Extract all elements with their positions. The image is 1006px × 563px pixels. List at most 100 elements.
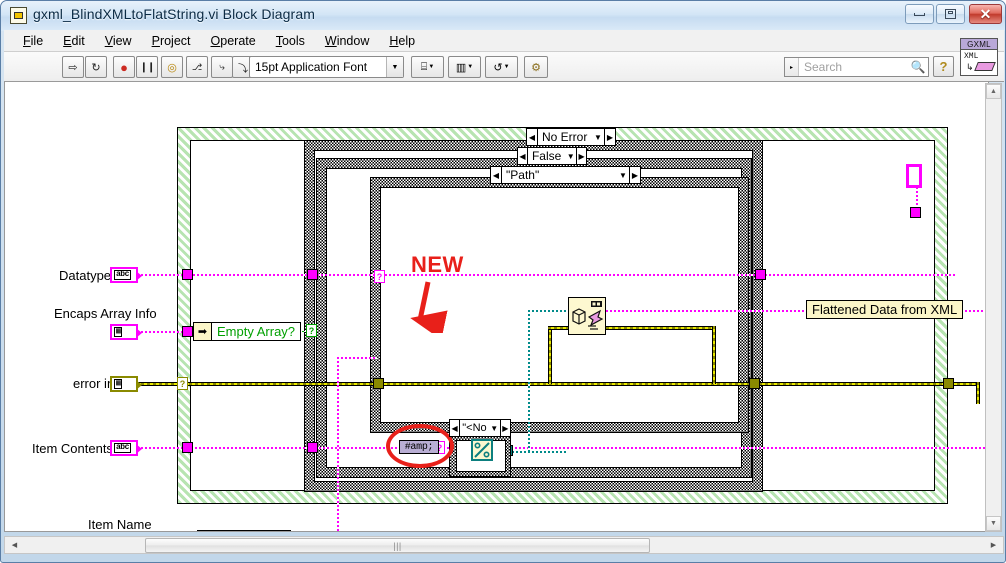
label-box-empty-array[interactable]: ➡ Empty Array?: [193, 322, 302, 341]
tunnel-string-case-out[interactable]: [755, 269, 766, 280]
case-selector-label: "Path": [506, 168, 540, 182]
case-selector-no-inner[interactable]: ◀ "<No ▼ ▶: [449, 419, 511, 437]
case-next-arrow-icon[interactable]: ▶: [629, 167, 640, 183]
block-diagram-canvas[interactable]: ◀ No Error ▼ ▶ ◀ False ▼ ▶ ◀ "Path" ▼ ▶: [4, 82, 989, 532]
case-prev-arrow-icon[interactable]: ◀: [527, 129, 538, 145]
tunnel-item-contents-loop[interactable]: [182, 442, 193, 453]
arrow-right-icon: ➡: [198, 531, 216, 532]
case-next-arrow-icon[interactable]: ▶: [499, 420, 510, 436]
help-button[interactable]: ?: [933, 56, 954, 77]
vi-icon-pane[interactable]: GXML XML ↳: [960, 38, 998, 76]
triangle-right-icon: ▶: [990, 542, 997, 549]
reorder-icon: ⚙: [531, 61, 541, 74]
vertical-scrollbar-thumb[interactable]: [987, 224, 1000, 284]
menu-tools[interactable]: Tools: [266, 32, 315, 50]
wire-error-right-vert: [976, 382, 980, 404]
step-into-button[interactable]: ⤷: [211, 56, 233, 78]
maximize-button[interactable]: [936, 4, 965, 24]
highlight-execution-button[interactable]: ◎: [161, 56, 183, 78]
tunnel-error-loop[interactable]: ?: [177, 377, 188, 390]
search-input[interactable]: Search: [799, 60, 908, 74]
tunnel-encaps-loop[interactable]: [182, 326, 193, 337]
cube-arrow-icon: [572, 301, 604, 330]
case-prev-arrow-icon[interactable]: ◀: [491, 167, 502, 183]
scroll-left-button[interactable]: ◀: [7, 538, 22, 552]
search-icon[interactable]: 🔍: [908, 60, 928, 74]
menu-project[interactable]: Project: [142, 32, 201, 50]
menu-edit[interactable]: Edit: [53, 32, 95, 50]
error-cluster-glyph: ▦: [114, 379, 123, 389]
horizontal-scrollbar[interactable]: ◀ ▶ |||: [4, 536, 1004, 554]
label-box-text: Item Name: [216, 531, 290, 532]
resize-objects-button[interactable]: ↺ ▼: [485, 56, 518, 78]
run-continuous-icon: ↻: [91, 61, 101, 74]
case-next-arrow-icon[interactable]: ▶: [576, 148, 586, 164]
search-replace-string-subvi[interactable]: [471, 439, 493, 461]
search-scope-arrow-icon[interactable]: ▸: [785, 58, 799, 76]
scrollbar-grip-icon: |||: [393, 540, 402, 551]
label-item-contents: Item Contents: [32, 441, 113, 456]
case-prev-arrow-icon[interactable]: ◀: [518, 148, 528, 164]
scroll-up-button[interactable]: ▲: [986, 84, 1001, 99]
font-selector[interactable]: 15pt Application Font ▼: [249, 56, 404, 78]
terminal-encaps-array-info[interactable]: ▦: [110, 324, 142, 340]
menu-view[interactable]: View: [95, 32, 142, 50]
menu-file[interactable]: File: [13, 32, 53, 50]
tunnel-error-loop-out[interactable]: [943, 378, 954, 389]
label-box-item-name[interactable]: ➡ Item Name: [197, 530, 291, 532]
retain-wire-values-button[interactable]: ⎇: [186, 56, 208, 78]
tunnel-datatype-case[interactable]: [307, 269, 318, 280]
chevron-down-icon[interactable]: ▼: [565, 152, 576, 161]
run-continuously-button[interactable]: ↻: [85, 56, 107, 78]
case-selector-no-error[interactable]: ◀ No Error ▼ ▶: [526, 128, 616, 146]
string-datatype-glyph: abc: [114, 443, 131, 453]
abort-button[interactable]: ●: [113, 56, 135, 78]
pause-button[interactable]: ❙❙: [136, 56, 158, 78]
case-selector-path[interactable]: ◀ "Path" ▼ ▶: [490, 166, 641, 184]
label-encaps-array-info: Encaps Array Info: [54, 306, 157, 321]
reorder-button[interactable]: ⚙: [524, 56, 548, 78]
menu-window[interactable]: Window: [315, 32, 379, 50]
case-selector-false[interactable]: ◀ False ▼ ▶: [517, 147, 587, 165]
wire-teal-vertical: [528, 310, 530, 452]
terminal-error-in[interactable]: ▦: [110, 376, 142, 392]
vertical-scrollbar[interactable]: ▲ ▼: [985, 83, 1002, 532]
abort-stop-icon: ●: [120, 59, 128, 75]
tunnel-error-case-in[interactable]: [373, 378, 384, 389]
tunnel-empty-array-case[interactable]: ?: [306, 324, 317, 337]
terminal-datatype[interactable]: abc: [110, 267, 142, 283]
vi-icon-body: XML ↳: [961, 50, 997, 75]
triangle-up-icon: ▲: [990, 88, 997, 95]
wire-subvi-string-out: [606, 310, 816, 312]
chevron-down-icon[interactable]: ▼: [489, 424, 500, 433]
question-mark-icon: ?: [939, 59, 948, 74]
menu-operate[interactable]: Operate: [201, 32, 266, 50]
search-box[interactable]: ▸ Search 🔍: [784, 57, 929, 77]
tunnel-loop-condition[interactable]: [910, 207, 921, 218]
scroll-down-button[interactable]: ▼: [986, 516, 1001, 531]
align-objects-button[interactable]: ⌸ ▼: [411, 56, 444, 78]
tunnel-datatype-loop[interactable]: [182, 269, 193, 280]
tunnel-item-contents-case[interactable]: [307, 442, 318, 453]
tunnel-path-case-in[interactable]: ?: [374, 270, 385, 283]
vi-icon-shape: [974, 62, 996, 71]
close-button[interactable]: ✕: [969, 4, 1002, 24]
chevron-down-icon[interactable]: ▼: [592, 133, 604, 142]
flatten-subvi[interactable]: [568, 297, 606, 335]
chevron-down-icon[interactable]: ▼: [617, 171, 629, 180]
menu-help[interactable]: Help: [379, 32, 425, 50]
scroll-right-button[interactable]: ▶: [986, 538, 1001, 552]
case-next-arrow-icon[interactable]: ▶: [604, 129, 615, 145]
minimize-button[interactable]: [905, 4, 934, 24]
chevron-down-icon[interactable]: ▼: [386, 57, 403, 77]
terminal-item-contents[interactable]: abc: [110, 440, 142, 456]
horizontal-scrollbar-thumb[interactable]: |||: [145, 538, 650, 553]
loop-condition-indicator[interactable]: [906, 164, 922, 188]
distribute-objects-button[interactable]: ▥ ▼: [448, 56, 481, 78]
label-flattened-data-from-xml[interactable]: Flattened Data from XML: [806, 300, 964, 319]
run-button[interactable]: ⇨: [62, 56, 84, 78]
align-icon: ⌸: [420, 60, 428, 73]
pause-icon: ❙❙: [139, 61, 156, 73]
tunnel-error-case-out[interactable]: [749, 378, 760, 389]
case-prev-arrow-icon[interactable]: ◀: [450, 420, 461, 436]
